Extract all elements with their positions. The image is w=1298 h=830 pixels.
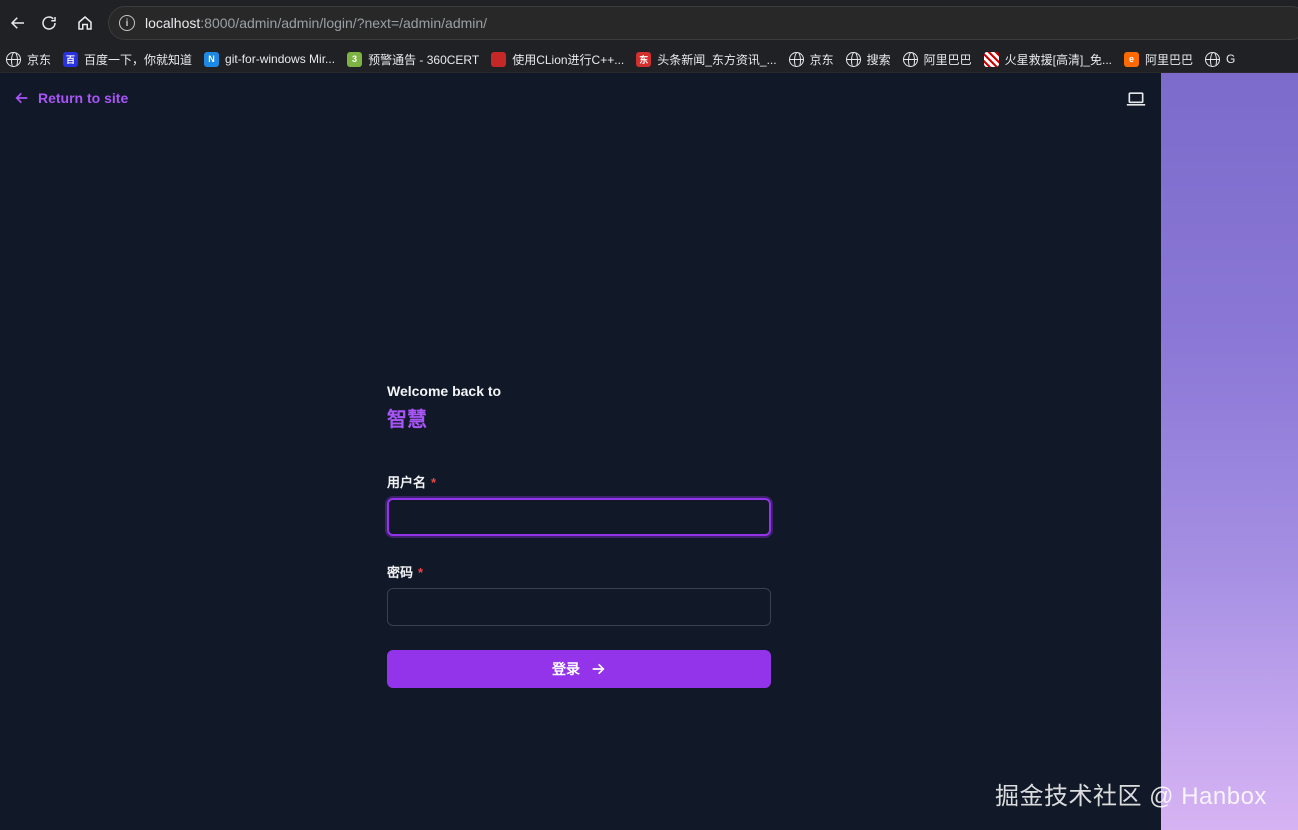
login-page: Return to site Welcome back to 智慧 用户名 * 密… <box>0 73 1161 830</box>
bookmark-item[interactable]: e 阿里巴巴 <box>1124 51 1193 68</box>
bookmark-label: 火星救援[高清]_免... <box>1004 52 1113 67</box>
bookmark-label: 头条新闻_东方资讯_... <box>657 52 777 67</box>
welcome-text: Welcome back to <box>387 383 502 399</box>
bookmark-label: 搜索 <box>866 52 891 67</box>
bookmark-label: 使用CLion进行C++... <box>512 52 625 67</box>
url-text[interactable]: localhost:8000/admin/admin/login/?next=/… <box>145 15 487 31</box>
username-label: 用户名 * <box>387 472 436 491</box>
site-name: 智慧 <box>387 409 427 431</box>
reload-button[interactable] <box>31 5 67 41</box>
globe-icon <box>6 51 21 67</box>
return-to-site-label: Return to site <box>38 90 129 106</box>
globe-icon <box>845 51 861 67</box>
decorative-side-panel <box>1161 73 1298 830</box>
address-bar[interactable]: i localhost:8000/admin/admin/login/?next… <box>108 6 1298 40</box>
bookmark-item[interactable]: 3 预警通告 - 360CERT <box>347 51 479 68</box>
globe-icon <box>1205 51 1221 67</box>
bookmark-item[interactable]: 京东 <box>788 51 834 68</box>
360-icon: 3 <box>347 51 363 67</box>
login-button[interactable]: 登录 <box>387 650 771 688</box>
return-to-site-link[interactable]: Return to site <box>14 90 128 106</box>
required-mark: * <box>418 565 424 580</box>
bookmark-label: 百度一下，你就知道 <box>84 52 193 67</box>
login-button-label: 登录 <box>552 661 580 677</box>
bookmark-label: 阿里巴巴 <box>923 52 972 67</box>
arrow-left-icon <box>10 17 24 29</box>
bookmark-item[interactable]: 火星救援[高清]_免... <box>983 51 1113 68</box>
arrow-left-icon <box>15 92 28 104</box>
bookmark-label: 阿里巴巴 <box>1145 52 1194 67</box>
url-path: :8000/admin/admin/login/?next=/admin/adm… <box>200 15 488 31</box>
required-mark: * <box>431 475 437 490</box>
red-icon <box>491 51 507 67</box>
globe-icon <box>788 51 804 67</box>
arrow-right-icon <box>592 663 605 675</box>
bookmark-item[interactable]: 百百度一下，你就知道 <box>63 51 192 68</box>
alibaba-icon: e <box>1124 51 1140 67</box>
bookmark-label: git-for-windows Mir... <box>225 52 336 66</box>
site-info-icon[interactable]: i <box>119 15 135 31</box>
password-input[interactable] <box>387 588 771 626</box>
username-label-text: 用户名 <box>387 475 427 490</box>
image-icon <box>983 51 999 67</box>
bookmark-label: 京东 <box>27 52 52 67</box>
browser-toolbar: i localhost:8000/admin/admin/login/?next… <box>0 0 1298 46</box>
bookmark-label: 京东 <box>809 52 834 67</box>
bookmark-item[interactable]: 阿里巴巴 <box>902 51 972 68</box>
dongfang-icon: 东 <box>636 51 652 67</box>
password-label: 密码 * <box>387 562 423 581</box>
globe-icon <box>902 51 918 67</box>
bookmark-item[interactable]: 搜索 <box>845 51 891 68</box>
bookmark-item[interactable]: G <box>1205 51 1236 67</box>
url-host: localhost <box>145 15 201 31</box>
bookmark-item[interactable]: Ngit-for-windows Mir... <box>204 51 336 67</box>
n-icon: N <box>204 51 220 67</box>
reload-icon <box>42 16 56 30</box>
baidu-icon: 百 <box>63 51 79 67</box>
laptop-icon[interactable] <box>1126 90 1146 108</box>
bookmark-label: 预警通告 - 360CERT <box>368 52 480 67</box>
username-input[interactable] <box>387 498 771 536</box>
home-icon <box>78 16 92 30</box>
bookmark-label: G <box>1226 52 1236 66</box>
bookmarks-bar: 京东百百度一下，你就知道 Ngit-for-windows Mir... 3 预警通告… <box>0 46 1298 73</box>
home-button[interactable] <box>67 5 103 41</box>
bookmark-item[interactable]: 东头条新闻_东方资讯_... <box>636 51 777 68</box>
bookmark-item[interactable]: 使用CLion进行C++... <box>491 51 624 68</box>
bookmark-item[interactable]: 京东 <box>6 51 51 68</box>
password-label-text: 密码 <box>387 565 414 580</box>
watermark: 掘金技术社区 @ Hanbox <box>995 783 1267 810</box>
